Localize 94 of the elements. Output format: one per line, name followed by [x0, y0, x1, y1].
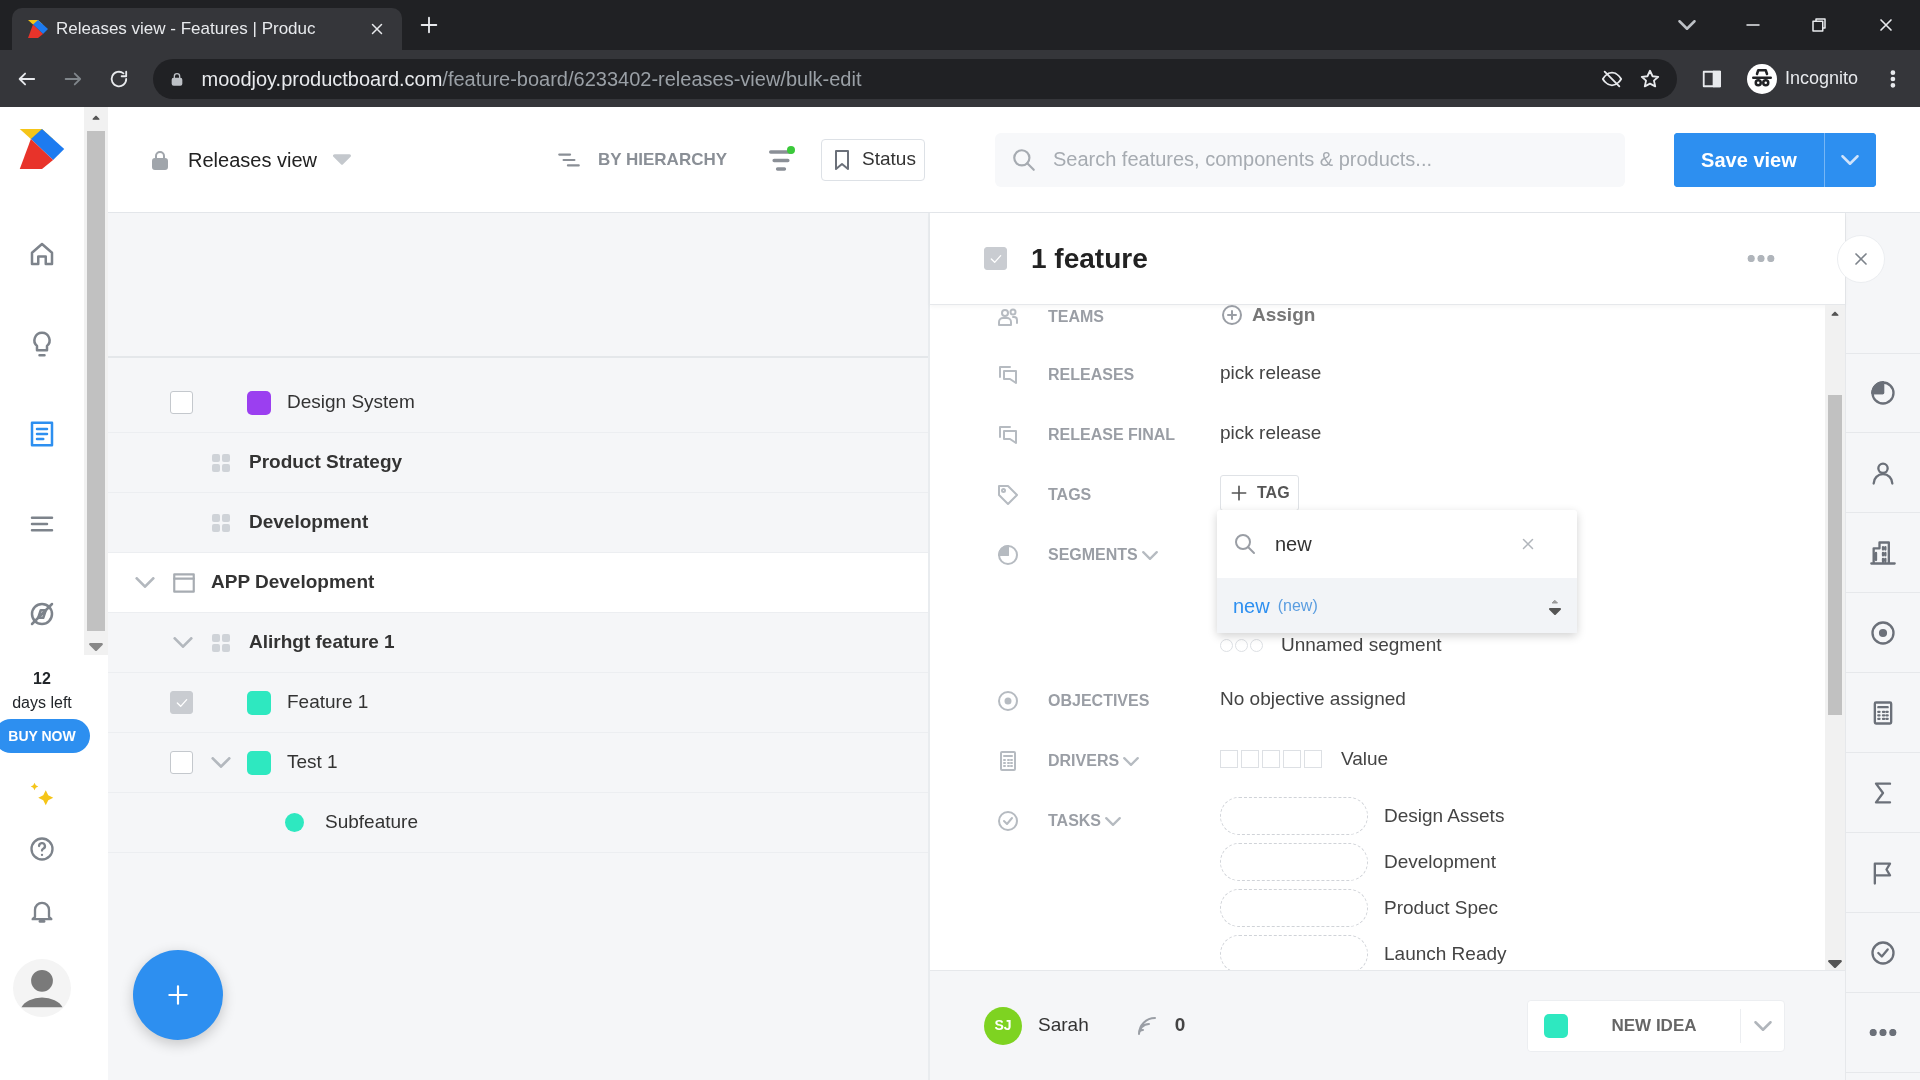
tree-row[interactable]: Feature 1 [108, 673, 928, 733]
tree-row[interactable]: Product Strategy [108, 433, 928, 493]
caret-icon [332, 154, 351, 165]
status-button[interactable]: Status [821, 138, 925, 181]
task-name: Development [1384, 849, 1496, 874]
vote-count: 0 [1174, 1013, 1186, 1038]
tree-row[interactable]: Design System [108, 373, 928, 433]
scroll-down-icon[interactable] [1828, 960, 1842, 968]
task-name: Launch Ready [1384, 941, 1507, 966]
scroll-down-icon[interactable] [89, 643, 103, 651]
help-icon[interactable] [28, 835, 56, 863]
tasks-icon [996, 809, 1020, 833]
segment-name[interactable]: Unnamed segment [1281, 631, 1442, 660]
favicon-icon [28, 20, 48, 38]
profile-label[interactable]: Incognito [1785, 65, 1859, 92]
status-label: NEW IDEA [1610, 1014, 1698, 1037]
objective-icon [996, 689, 1020, 713]
tasks-icon [1869, 938, 1897, 967]
option-note: (new) [1277, 595, 1318, 616]
browser-tab[interactable]: Releases view - Features | Produc [12, 8, 402, 50]
release-picker[interactable]: pick release [1220, 362, 1322, 383]
plus-circle-icon [1220, 305, 1244, 328]
field-label: RELEASES [1048, 365, 1135, 385]
search-icon [1233, 532, 1257, 556]
segments-tab[interactable] [1846, 353, 1920, 433]
tree-item-label[interactable]: Design System [287, 388, 415, 417]
tree-item-label[interactable]: Subfeature [325, 808, 418, 837]
field-label: OBJECTIVES [1048, 691, 1150, 711]
release-picker[interactable]: pick release [1220, 422, 1322, 443]
tree-item-label[interactable]: APP Development [211, 568, 375, 597]
task-name: Product Spec [1384, 895, 1499, 920]
caret-icon[interactable] [1141, 550, 1158, 560]
user-avatar: SJ [984, 1006, 1022, 1045]
release-icon [996, 423, 1020, 447]
chevron-down-icon[interactable] [135, 577, 155, 588]
building-icon [1869, 538, 1897, 567]
segments-icon [1869, 379, 1897, 407]
caret-icon[interactable] [1105, 816, 1122, 826]
checkbox[interactable] [170, 391, 193, 414]
scrollbar[interactable] [1825, 305, 1845, 970]
tree-item-label[interactable]: Feature 1 [287, 688, 369, 717]
caret-icon [1841, 154, 1860, 165]
checkbox[interactable] [984, 247, 1007, 270]
checkbox[interactable] [170, 751, 193, 774]
trial-text: days left [12, 693, 72, 713]
driver-name: Value [1341, 747, 1389, 771]
tab-list-icon[interactable] [1678, 20, 1696, 30]
scrollbar[interactable] [84, 107, 108, 655]
objective-icon [1869, 618, 1897, 647]
tag-search-box[interactable]: new [1217, 510, 1577, 578]
chevron-down-icon[interactable] [173, 637, 193, 648]
view-selector[interactable]: Releases view [188, 144, 351, 175]
tab-title: Releases view - Features | Produc [56, 18, 317, 41]
trial-days: 12 [33, 667, 51, 691]
user-name: Sarah [1038, 1013, 1089, 1038]
field-label: TAGS [1048, 485, 1092, 505]
caret-icon[interactable] [1753, 1020, 1772, 1031]
checkbox[interactable] [170, 691, 193, 714]
chevron-down-icon[interactable] [211, 757, 231, 768]
url-text: moodjoy.productboard.com/feature-board/6233402-releases-view/bulk-edit [201, 66, 863, 92]
segments-icon [996, 543, 1020, 567]
add-button[interactable] [133, 950, 223, 1040]
new-tab-icon[interactable] [418, 14, 440, 36]
star-icon[interactable] [1639, 67, 1662, 90]
field-label: RELEASE FINAL [1048, 425, 1176, 445]
objective-text: No objective assigned [1220, 688, 1406, 709]
add-tag-button[interactable]: TAG [1220, 475, 1299, 511]
more-icon [1869, 1029, 1897, 1036]
field-label: TEAMS [1048, 307, 1104, 327]
tree-item-label[interactable]: Test 1 [287, 748, 338, 777]
release-icon [996, 363, 1020, 387]
restore-icon[interactable] [1810, 16, 1828, 34]
search-icon [1010, 146, 1037, 173]
tree-row[interactable]: Test 1 [108, 733, 928, 793]
address-bar[interactable]: moodjoy.productboard.com/feature-board/6233402-releases-view/bulk-edit [153, 58, 1678, 99]
more-icon[interactable] [1747, 255, 1775, 262]
caret-icon[interactable] [1123, 756, 1140, 766]
tree-row[interactable]: Alirhgt feature 1 [108, 613, 928, 673]
plus-icon [165, 982, 191, 1008]
assign-button[interactable]: Assign [1220, 305, 1316, 330]
incognito-icon[interactable] [1747, 63, 1778, 94]
tree-row[interactable]: Subfeature [108, 793, 928, 853]
plus-icon [1229, 483, 1249, 503]
task-name: Design Assets [1384, 803, 1505, 828]
filter-button[interactable] [769, 147, 794, 172]
save-options-button[interactable] [1823, 132, 1876, 187]
scroll-down-icon[interactable] [1549, 608, 1561, 615]
tree-item-label[interactable]: Development [249, 508, 369, 537]
panel-title: 1 feature [1031, 241, 1149, 276]
avatar-icon[interactable] [13, 959, 71, 1017]
tree-item-label[interactable]: Product Strategy [249, 448, 403, 477]
status-dot [787, 145, 796, 154]
tag-icon [996, 483, 1020, 507]
tree-item-label[interactable]: Alirhgt feature 1 [249, 628, 395, 657]
